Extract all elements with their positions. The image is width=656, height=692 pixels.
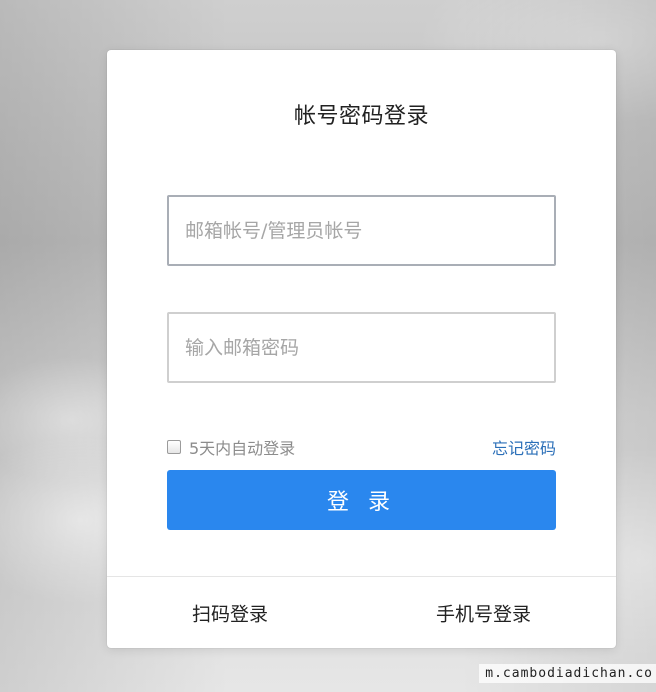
password-input[interactable] xyxy=(169,314,554,381)
login-title: 帐号密码登录 xyxy=(293,104,429,129)
remember-checkbox[interactable] xyxy=(167,440,181,454)
watermark: m.cambodiadichan.co xyxy=(479,664,656,683)
remember-me[interactable]: 5天内自动登录 xyxy=(167,435,295,459)
password-field xyxy=(167,312,556,383)
alternate-login-links: 扫码登录 手机号登录 xyxy=(107,577,616,648)
login-options: 5天内自动登录 忘记密码 xyxy=(167,435,556,459)
account-input[interactable] xyxy=(169,197,554,264)
remember-label: 5天内自动登录 xyxy=(189,439,296,458)
phone-login-link[interactable]: 手机号登录 xyxy=(436,599,531,626)
login-button[interactable]: 登 录 xyxy=(167,470,556,530)
qr-login-link[interactable]: 扫码登录 xyxy=(192,599,268,626)
forgot-password-link[interactable]: 忘记密码 xyxy=(492,435,556,459)
login-card: 帐号密码登录 5天内自动登录 忘记密码 登 录 扫码登录 手机号登录 xyxy=(107,50,616,648)
account-field xyxy=(167,195,556,266)
